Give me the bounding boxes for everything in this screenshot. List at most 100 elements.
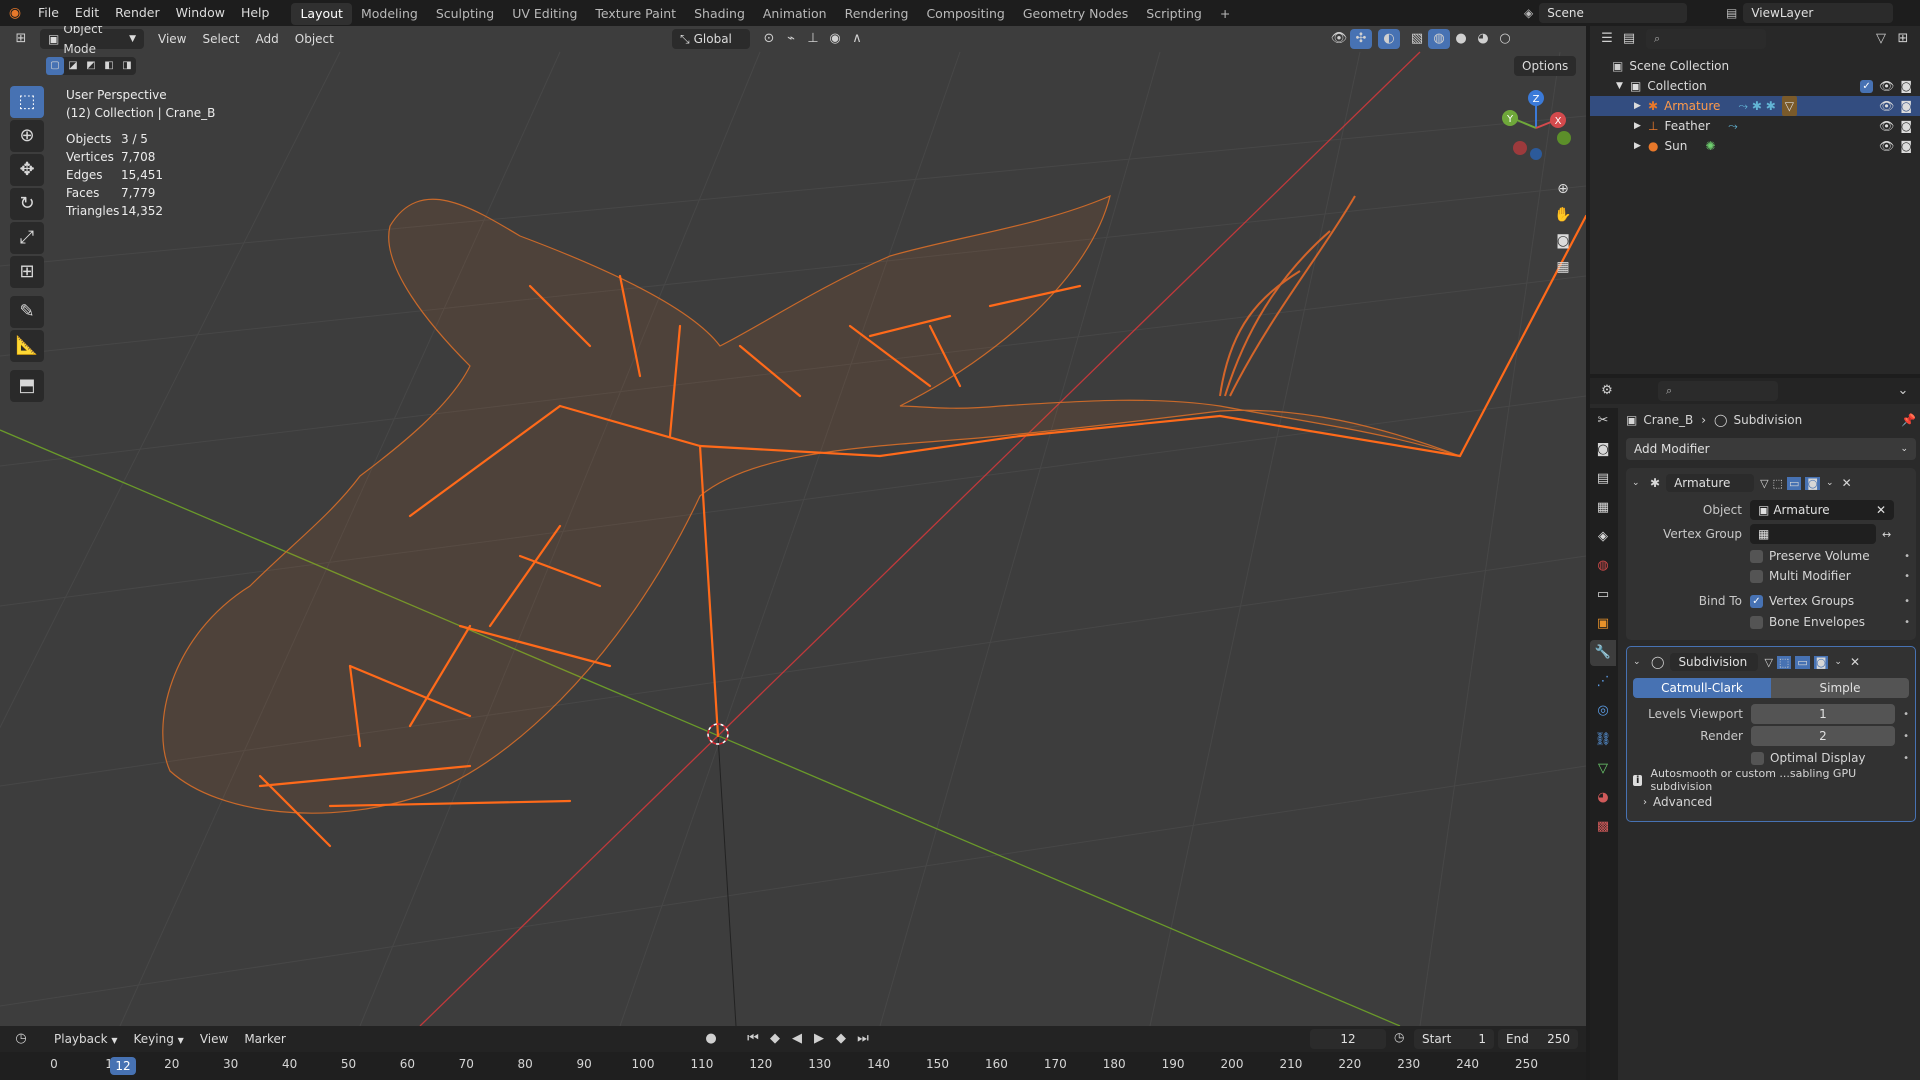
data-tab-icon[interactable]: ▽ (1590, 756, 1616, 782)
select-extend-icon[interactable]: ◪ (64, 57, 82, 75)
pivot-icon[interactable]: ⊙ (758, 29, 780, 49)
menu-render[interactable]: Render (107, 0, 168, 26)
close-icon[interactable]: ✕ (1842, 476, 1852, 490)
menu-edit[interactable]: Edit (67, 0, 107, 26)
shading-solid-icon[interactable]: ● (1450, 29, 1472, 49)
outliner-item-sun[interactable]: ▶ ● Sun ✺ 👁 ◙ (1590, 136, 1920, 156)
overlay-toggle-icon[interactable]: ◐ (1378, 29, 1400, 49)
scene-selector[interactable]: ◈ Scene (1524, 3, 1688, 23)
select-invert-icon[interactable]: ◧ (100, 57, 118, 75)
navigation-gizmo[interactable]: Z Y X (1496, 88, 1576, 168)
tab-modeling[interactable]: Modeling (352, 3, 427, 25)
tab-uv-editing[interactable]: UV Editing (503, 3, 586, 25)
chevron-down-icon[interactable]: ⌄ (1892, 381, 1914, 401)
outliner-item-armature[interactable]: ▶ ✱ Armature ⤳ ✱ ✱ ▽ 👁 ◙ (1590, 96, 1920, 116)
cage-icon[interactable]: ⬚ (1773, 477, 1783, 490)
marker-menu[interactable]: Marker (236, 1029, 293, 1049)
tab-compositing[interactable]: Compositing (917, 3, 1013, 25)
modifier-tab-icon[interactable]: 🔧 (1590, 640, 1616, 666)
xray-toggle-icon[interactable]: ▧ (1406, 29, 1428, 49)
keyframe-dot-icon[interactable]: • (1904, 617, 1910, 628)
render-levels-field[interactable]: 2 (1751, 726, 1895, 746)
jump-end-icon[interactable]: ⏭ (852, 1029, 874, 1049)
add-modifier-button[interactable]: Add Modifier ⌄ (1626, 438, 1916, 460)
shading-wireframe-icon[interactable]: ◍ (1428, 29, 1450, 49)
render-camera-icon[interactable]: ◙ (1900, 96, 1912, 116)
3d-viewport[interactable]: ⊞ ▣ Object Mode ▼ View Select Add Object… (0, 26, 1586, 1026)
collection-row[interactable]: ▼ ▣ Collection ✓ 👁 ◙ (1590, 76, 1920, 96)
physics-tab-icon[interactable]: ◎ (1590, 698, 1616, 724)
menu-help[interactable]: Help (233, 0, 278, 26)
tool-tab-icon[interactable]: ✂ (1590, 408, 1616, 434)
expand-chevron-icon[interactable]: ▶ (1634, 116, 1648, 136)
properties-search-input[interactable]: ⌕ (1658, 381, 1778, 401)
options-dropdown[interactable]: Options (1514, 56, 1577, 76)
simple-button[interactable]: Simple (1771, 678, 1909, 698)
collapse-chevron-icon[interactable]: ⌄ (1633, 657, 1645, 667)
viewport-display-icon[interactable]: ▭ (1786, 476, 1802, 490)
editor-type-icon[interactable]: ⊞ (10, 29, 32, 49)
tab-layout[interactable]: Layout (291, 3, 352, 25)
optimal-display-row[interactable]: Optimal Display • (1633, 747, 1909, 769)
view-layer-field[interactable]: ViewLayer (1743, 3, 1894, 23)
world-tab-icon[interactable]: ◍ (1590, 553, 1616, 579)
mode-selector[interactable]: ▣ Object Mode ▼ (40, 26, 144, 56)
render-camera-icon[interactable]: ◙ (1900, 76, 1912, 96)
tab-rendering[interactable]: Rendering (836, 3, 918, 25)
exclude-checkbox[interactable]: ✓ (1860, 79, 1874, 93)
timeline-view-menu[interactable]: View (192, 1029, 236, 1049)
visibility-icon[interactable]: 👁 (1328, 29, 1350, 49)
scene-collection-row[interactable]: ▣ Scene Collection (1590, 56, 1920, 76)
eye-icon[interactable]: 👁 (1879, 76, 1894, 96)
multi-modifier-row[interactable]: Multi Modifier • (1632, 566, 1910, 586)
tab-texture-paint[interactable]: Texture Paint (586, 3, 685, 25)
preserve-volume-checkbox[interactable] (1750, 549, 1763, 563)
properties-editor-icon[interactable]: ⚙ (1596, 381, 1618, 401)
dropdown-icon[interactable]: ⌄ (1826, 478, 1834, 488)
add-cube-tool-icon[interactable]: ⬒ (10, 370, 44, 402)
menu-select[interactable]: Select (194, 29, 247, 49)
dropdown-icon[interactable]: ⌄ (1834, 657, 1842, 667)
levels-viewport-field[interactable]: 1 (1751, 704, 1895, 724)
measure-tool-icon[interactable]: 📐 (10, 330, 44, 362)
subdivision-modifier-name[interactable]: Subdivision (1670, 653, 1759, 671)
shading-material-icon[interactable]: ◕ (1472, 29, 1494, 49)
menu-view[interactable]: View (150, 29, 194, 49)
current-frame-field[interactable]: 12 (1310, 1029, 1386, 1049)
cursor-tool-icon[interactable]: ⊕ (10, 120, 44, 152)
particles-tab-icon[interactable]: ⋰ (1590, 669, 1616, 695)
playback-menu[interactable]: Playback ▼ (46, 1029, 126, 1049)
invert-arrows-icon[interactable]: ↔ (1882, 528, 1891, 541)
timeline-ruler[interactable]: 0102030405060708090100110120130140150160… (0, 1052, 1586, 1080)
menu-object[interactable]: Object (287, 29, 342, 49)
preserve-volume-row[interactable]: Preserve Volume • (1632, 546, 1910, 566)
eye-icon[interactable]: 👁 (1879, 96, 1894, 116)
keyframe-dot-icon[interactable]: • (1903, 731, 1909, 742)
texture-tab-icon[interactable]: ▩ (1590, 814, 1616, 840)
render-tab-icon[interactable]: ◙ (1590, 437, 1616, 463)
keyframe-dot-icon[interactable]: • (1903, 753, 1909, 764)
annotate-tool-icon[interactable]: ✎ (10, 296, 44, 328)
snap-magnet-icon[interactable]: ⌁ (780, 29, 802, 49)
display-mode-icon[interactable]: ▤ (1618, 29, 1640, 49)
vertex-groups-checkbox[interactable]: ✓ (1750, 594, 1763, 608)
keyframe-dot-icon[interactable]: • (1903, 709, 1909, 720)
expand-chevron-icon[interactable]: ▶ (1634, 136, 1648, 156)
close-icon[interactable]: ✕ (1850, 655, 1860, 669)
tab-geometry-nodes[interactable]: Geometry Nodes (1014, 3, 1137, 25)
viewport-display-icon[interactable]: ▭ (1795, 655, 1810, 669)
expand-chevron-icon[interactable]: ▶ (1634, 96, 1648, 116)
play-reverse-icon[interactable]: ◀ (786, 1029, 808, 1049)
gizmo-toggle-icon[interactable]: ✣ (1350, 29, 1372, 49)
falloff-icon[interactable]: ∧ (846, 29, 868, 49)
eye-icon[interactable]: 👁 (1879, 136, 1894, 156)
playhead-frame-indicator[interactable]: 12 (110, 1057, 136, 1075)
outliner-item-feather[interactable]: ▶ ⊥ Feather ⤳ 👁 ◙ (1590, 116, 1920, 136)
preview-range-icon[interactable]: ◷ (1394, 1030, 1404, 1044)
outliner-search-input[interactable]: ⌕ (1646, 29, 1766, 49)
vertex-group-field[interactable]: ▦ (1750, 524, 1876, 544)
clear-x-icon[interactable]: ✕ (1876, 500, 1886, 520)
zoom-icon[interactable]: ⊕ (1550, 176, 1576, 202)
edit-mode-icon[interactable]: ▽ (1760, 477, 1768, 490)
snap-target-icon[interactable]: ⊥ (802, 29, 824, 49)
